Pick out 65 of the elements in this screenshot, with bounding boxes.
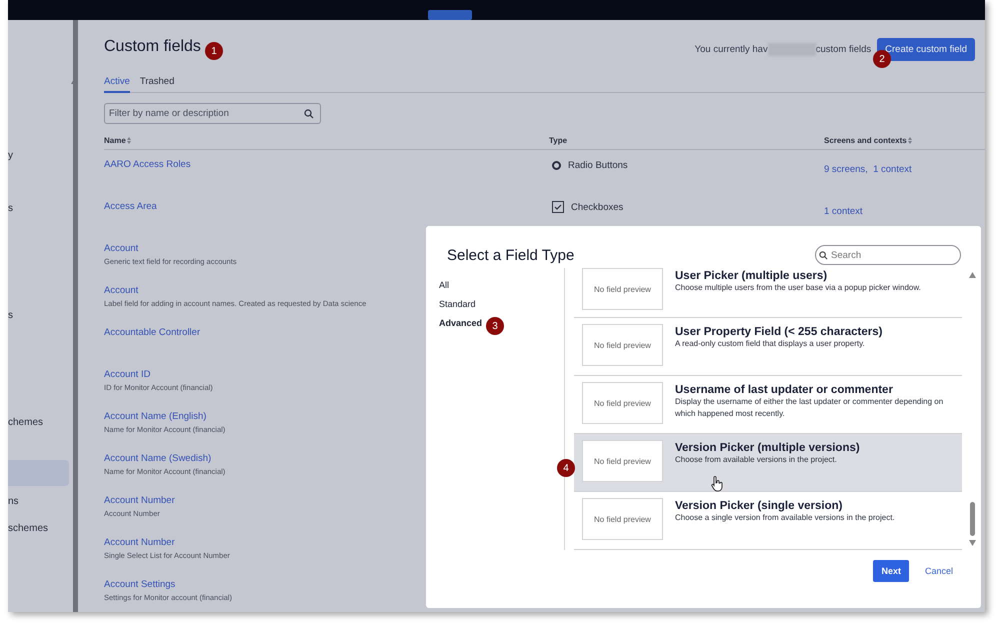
field-preview: No field preview xyxy=(582,382,663,424)
field-name-link[interactable]: Account Name (English) xyxy=(104,411,206,422)
hand-pointer-icon xyxy=(711,476,723,492)
tab[interactable]: Trashed xyxy=(140,73,174,93)
search-field[interactable]: Search xyxy=(815,245,961,265)
sidebar-item[interactable]: ns xyxy=(8,488,69,514)
field-preview: No field preview xyxy=(582,440,663,482)
sidebar-item[interactable]: y xyxy=(8,142,69,168)
category-item[interactable]: Standard xyxy=(439,299,476,312)
field-type-name: User Property Field (< 255 characters) xyxy=(675,326,882,338)
page-title: Custom fields xyxy=(104,38,201,56)
field-name-link[interactable]: Account Number xyxy=(104,495,175,506)
field-name-link[interactable]: Accountable Controller xyxy=(104,327,200,338)
scrollbar-thumb[interactable] xyxy=(970,502,974,536)
field-type-description: Choose multiple users from the user base via a popup picker window. xyxy=(675,282,921,294)
field-type-description: A read-only custom field that displays a user property. xyxy=(675,338,866,350)
contexts-link[interactable]: 1 context xyxy=(824,206,863,217)
field-type: Checkboxes xyxy=(571,202,624,212)
field-preview: No field preview xyxy=(582,498,663,540)
field-count-text: custom fields xyxy=(816,44,872,55)
field-type-description: Choose a single version from available versions in the project. xyxy=(675,512,895,524)
field-count-text: You currently hav xyxy=(694,44,768,55)
dialog-title: Select a Field Type xyxy=(447,246,574,264)
sidebar-item[interactable]: s xyxy=(8,302,69,328)
sort-icon xyxy=(908,137,912,144)
search-icon xyxy=(304,108,314,118)
field-name-link[interactable]: AARO Access Roles xyxy=(104,159,191,170)
field-name-link[interactable]: Account xyxy=(104,243,138,254)
column-header[interactable]: Type xyxy=(549,136,568,145)
sidebar-item[interactable]: schemes xyxy=(8,515,69,541)
field-name-link[interactable]: Account Settings xyxy=(104,579,176,590)
field-type: Radio Buttons xyxy=(568,160,628,170)
filter-field[interactable]: Filter by name or description xyxy=(104,103,321,124)
tab[interactable]: Active xyxy=(104,73,130,93)
step-badge: 1 xyxy=(205,42,223,60)
scroll-down-icon[interactable] xyxy=(968,540,976,546)
field-name-link[interactable]: Account xyxy=(104,285,138,296)
search-icon xyxy=(819,250,828,260)
contexts-link[interactable]: 9 screens, 1 context xyxy=(824,164,912,175)
category-item[interactable]: All xyxy=(439,280,450,293)
field-type-description: Choose from available versions in the project. xyxy=(675,454,838,466)
column-header[interactable]: Screens and contexts xyxy=(824,136,912,145)
checkbox-icon xyxy=(552,201,564,213)
category-item[interactable]: Advanced xyxy=(439,318,482,331)
scroll-up-icon[interactable] xyxy=(968,272,976,278)
field-name-link[interactable]: Account Number xyxy=(104,537,175,548)
sort-icon xyxy=(126,137,131,144)
field-type-option[interactable]: No field preview User Picker (multiple users) Choose multiple users from the user base via a popup picker window. xyxy=(574,268,962,318)
radio-icon xyxy=(552,160,561,170)
sidebar-item[interactable]: s xyxy=(8,195,69,221)
field-preview: No field preview xyxy=(582,324,663,366)
field-name-link[interactable]: Account Name (Swedish) xyxy=(104,453,212,464)
sidebar-item[interactable]: chemes xyxy=(8,409,69,435)
column-header[interactable]: Name xyxy=(104,136,131,145)
field-type-description: Display the username of either the last updater or commenter depending on which happened most recently. xyxy=(675,396,944,420)
field-name-link[interactable]: Account ID xyxy=(104,369,150,380)
field-type-name: User Picker (multiple users) xyxy=(675,270,828,282)
field-preview: No field preview xyxy=(582,268,663,310)
field-type-name: Username of last updater or commenter xyxy=(675,384,894,396)
field-type-name: Version Picker (single version) xyxy=(675,500,844,512)
field-type-name: Version Picker (multiple versions) xyxy=(675,442,860,454)
cancel-link[interactable]: Cancel xyxy=(924,566,953,576)
next-button[interactable]: Next xyxy=(873,560,909,582)
field-type-option[interactable]: No field preview Version Picker (multiple versions) Choose from available versions in the project. xyxy=(574,434,962,492)
field-name-link[interactable]: Access Area xyxy=(104,201,157,212)
